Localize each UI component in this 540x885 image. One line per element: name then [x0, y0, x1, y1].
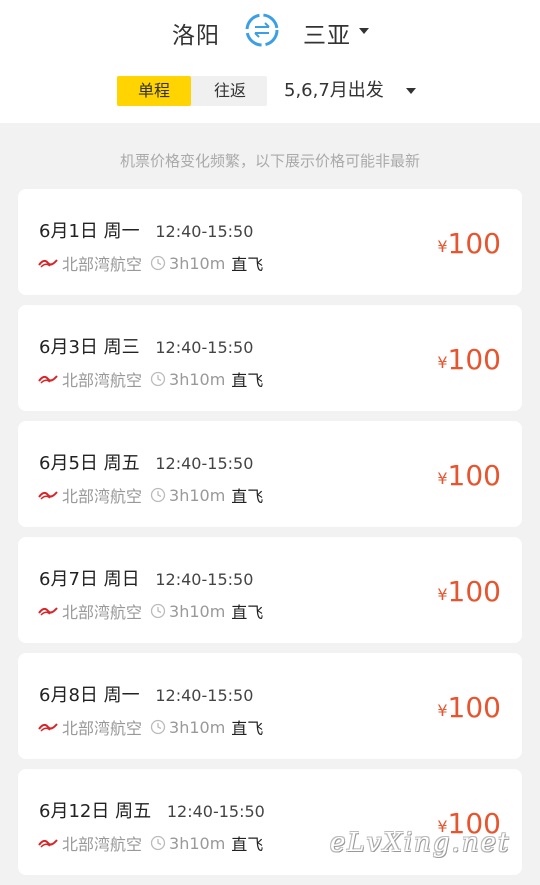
price-notice: 机票价格变化频繁，以下展示价格可能非最新 — [119, 152, 420, 170]
flight-type: 直飞 — [231, 603, 264, 622]
departure-city[interactable]: 洛阳 — [172, 16, 220, 50]
flight-details: 北部湾航空 3h10m 直飞 — [38, 252, 263, 274]
airline-name: 北部湾航空 — [62, 603, 143, 622]
price-value: 100 — [447, 691, 501, 724]
currency-symbol: ¥ — [437, 701, 448, 720]
flight-details: 北部湾航空 3h10m 直飞 — [38, 484, 263, 506]
airline-name: 北部湾航空 — [62, 835, 143, 854]
caret-down-icon[interactable] — [406, 88, 416, 94]
flight-date-line: 6月3日 周三 12:40-15:50 — [39, 333, 253, 359]
flight-details: 北部湾航空 3h10m 直飞 — [38, 600, 263, 622]
flight-duration: 3h10m — [169, 485, 226, 505]
currency-symbol: ¥ — [437, 469, 448, 488]
flight-details: 北部湾航空 3h10m 直飞 — [38, 368, 263, 390]
currency-symbol: ¥ — [437, 353, 448, 372]
flight-date: 6月7日 — [39, 569, 98, 590]
price-value: 100 — [447, 459, 501, 492]
flight-type: 直飞 — [231, 255, 264, 274]
flight-price: ¥100 — [437, 459, 501, 492]
price-value: 100 — [447, 343, 501, 376]
flight-card[interactable]: 6月3日 周三 12:40-15:50 北部湾航空 3h10m 直飞 ¥100 — [18, 305, 522, 411]
flight-time: 12:40-15:50 — [166, 802, 265, 821]
airline-name: 北部湾航空 — [62, 371, 143, 390]
flight-date-line: 6月7日 周日 12:40-15:50 — [39, 565, 253, 591]
flight-duration: 3h10m — [169, 833, 226, 853]
flight-price: ¥100 — [437, 343, 501, 376]
flight-date-line: 6月8日 周一 12:40-15:50 — [39, 681, 253, 707]
airline-logo-icon — [38, 375, 58, 384]
flight-date-line: 6月12日 周五 12:40-15:50 — [39, 797, 265, 823]
flight-date-line: 6月1日 周一 12:40-15:50 — [39, 217, 253, 243]
swap-icon[interactable] — [243, 11, 281, 49]
caret-down-icon[interactable] — [359, 28, 369, 34]
flight-type: 直飞 — [231, 719, 264, 738]
arrival-city[interactable]: 三亚 — [303, 16, 351, 50]
airline-logo-icon — [38, 723, 58, 732]
flight-weekday: 周三 — [103, 337, 140, 358]
flight-duration: 3h10m — [169, 253, 226, 273]
price-value: 100 — [447, 575, 501, 608]
flight-time: 12:40-15:50 — [155, 454, 254, 473]
tab-one-way[interactable]: 单程 — [117, 76, 191, 106]
price-value: 100 — [447, 807, 501, 840]
flight-weekday: 周一 — [103, 685, 140, 706]
clock-icon — [150, 487, 166, 503]
airline-logo-icon — [38, 607, 58, 616]
flight-date: 6月1日 — [39, 221, 98, 242]
currency-symbol: ¥ — [437, 817, 448, 836]
flight-details: 北部湾航空 3h10m 直飞 — [38, 832, 263, 854]
flight-price: ¥100 — [437, 807, 501, 840]
flight-date: 6月8日 — [39, 685, 98, 706]
flight-date: 6月12日 — [39, 801, 110, 822]
flight-details: 北部湾航空 3h10m 直飞 — [38, 716, 263, 738]
flight-price: ¥100 — [437, 575, 501, 608]
flight-weekday: 周五 — [103, 453, 140, 474]
clock-icon — [150, 603, 166, 619]
flight-card[interactable]: 6月5日 周五 12:40-15:50 北部湾航空 3h10m 直飞 ¥100 — [18, 421, 522, 527]
airline-logo-icon — [38, 259, 58, 268]
trip-type-toggle: 单程 往返 — [117, 76, 267, 106]
flight-type: 直飞 — [231, 487, 264, 506]
airline-logo-icon — [38, 839, 58, 848]
flight-type: 直飞 — [231, 371, 264, 390]
flight-weekday: 周一 — [103, 221, 140, 242]
flight-time: 12:40-15:50 — [155, 570, 254, 589]
clock-icon — [150, 835, 166, 851]
flight-weekday: 周日 — [103, 569, 140, 590]
flight-price: ¥100 — [437, 691, 501, 724]
flight-weekday: 周五 — [115, 801, 152, 822]
flight-card[interactable]: 6月12日 周五 12:40-15:50 北部湾航空 3h10m 直飞 ¥100 — [18, 769, 522, 875]
clock-icon — [150, 719, 166, 735]
clock-icon — [150, 255, 166, 271]
flight-type: 直飞 — [231, 835, 264, 854]
flight-card[interactable]: 6月1日 周一 12:40-15:50 北部湾航空 3h10m 直飞 ¥100 — [18, 189, 522, 295]
flight-time: 12:40-15:50 — [155, 338, 254, 357]
flight-price: ¥100 — [437, 227, 501, 260]
flight-list: 6月1日 周一 12:40-15:50 北部湾航空 3h10m 直飞 ¥100 … — [18, 189, 522, 885]
price-value: 100 — [447, 227, 501, 260]
flight-duration: 3h10m — [169, 717, 226, 737]
departure-month-selector[interactable]: 5,6,7月出发 — [284, 76, 384, 106]
trip-options: 单程 往返 5,6,7月出发 — [0, 76, 540, 106]
clock-icon — [150, 371, 166, 387]
flight-time: 12:40-15:50 — [155, 222, 254, 241]
airline-name: 北部湾航空 — [62, 719, 143, 738]
currency-symbol: ¥ — [437, 237, 448, 256]
flight-date-line: 6月5日 周五 12:40-15:50 — [39, 449, 253, 475]
tab-round-trip[interactable]: 往返 — [193, 76, 267, 106]
route-selector: 洛阳 三亚 — [0, 10, 540, 54]
airline-name: 北部湾航空 — [62, 487, 143, 506]
flight-duration: 3h10m — [169, 601, 226, 621]
search-header: 洛阳 三亚 单程 往返 5,6,7月出发 — [0, 0, 540, 123]
airline-name: 北部湾航空 — [62, 255, 143, 274]
flight-time: 12:40-15:50 — [155, 686, 254, 705]
airline-logo-icon — [38, 491, 58, 500]
flight-date: 6月5日 — [39, 453, 98, 474]
currency-symbol: ¥ — [437, 585, 448, 604]
flight-duration: 3h10m — [169, 369, 226, 389]
flight-card[interactable]: 6月7日 周日 12:40-15:50 北部湾航空 3h10m 直飞 ¥100 — [18, 537, 522, 643]
flight-card[interactable]: 6月8日 周一 12:40-15:50 北部湾航空 3h10m 直飞 ¥100 — [18, 653, 522, 759]
flight-date: 6月3日 — [39, 337, 98, 358]
